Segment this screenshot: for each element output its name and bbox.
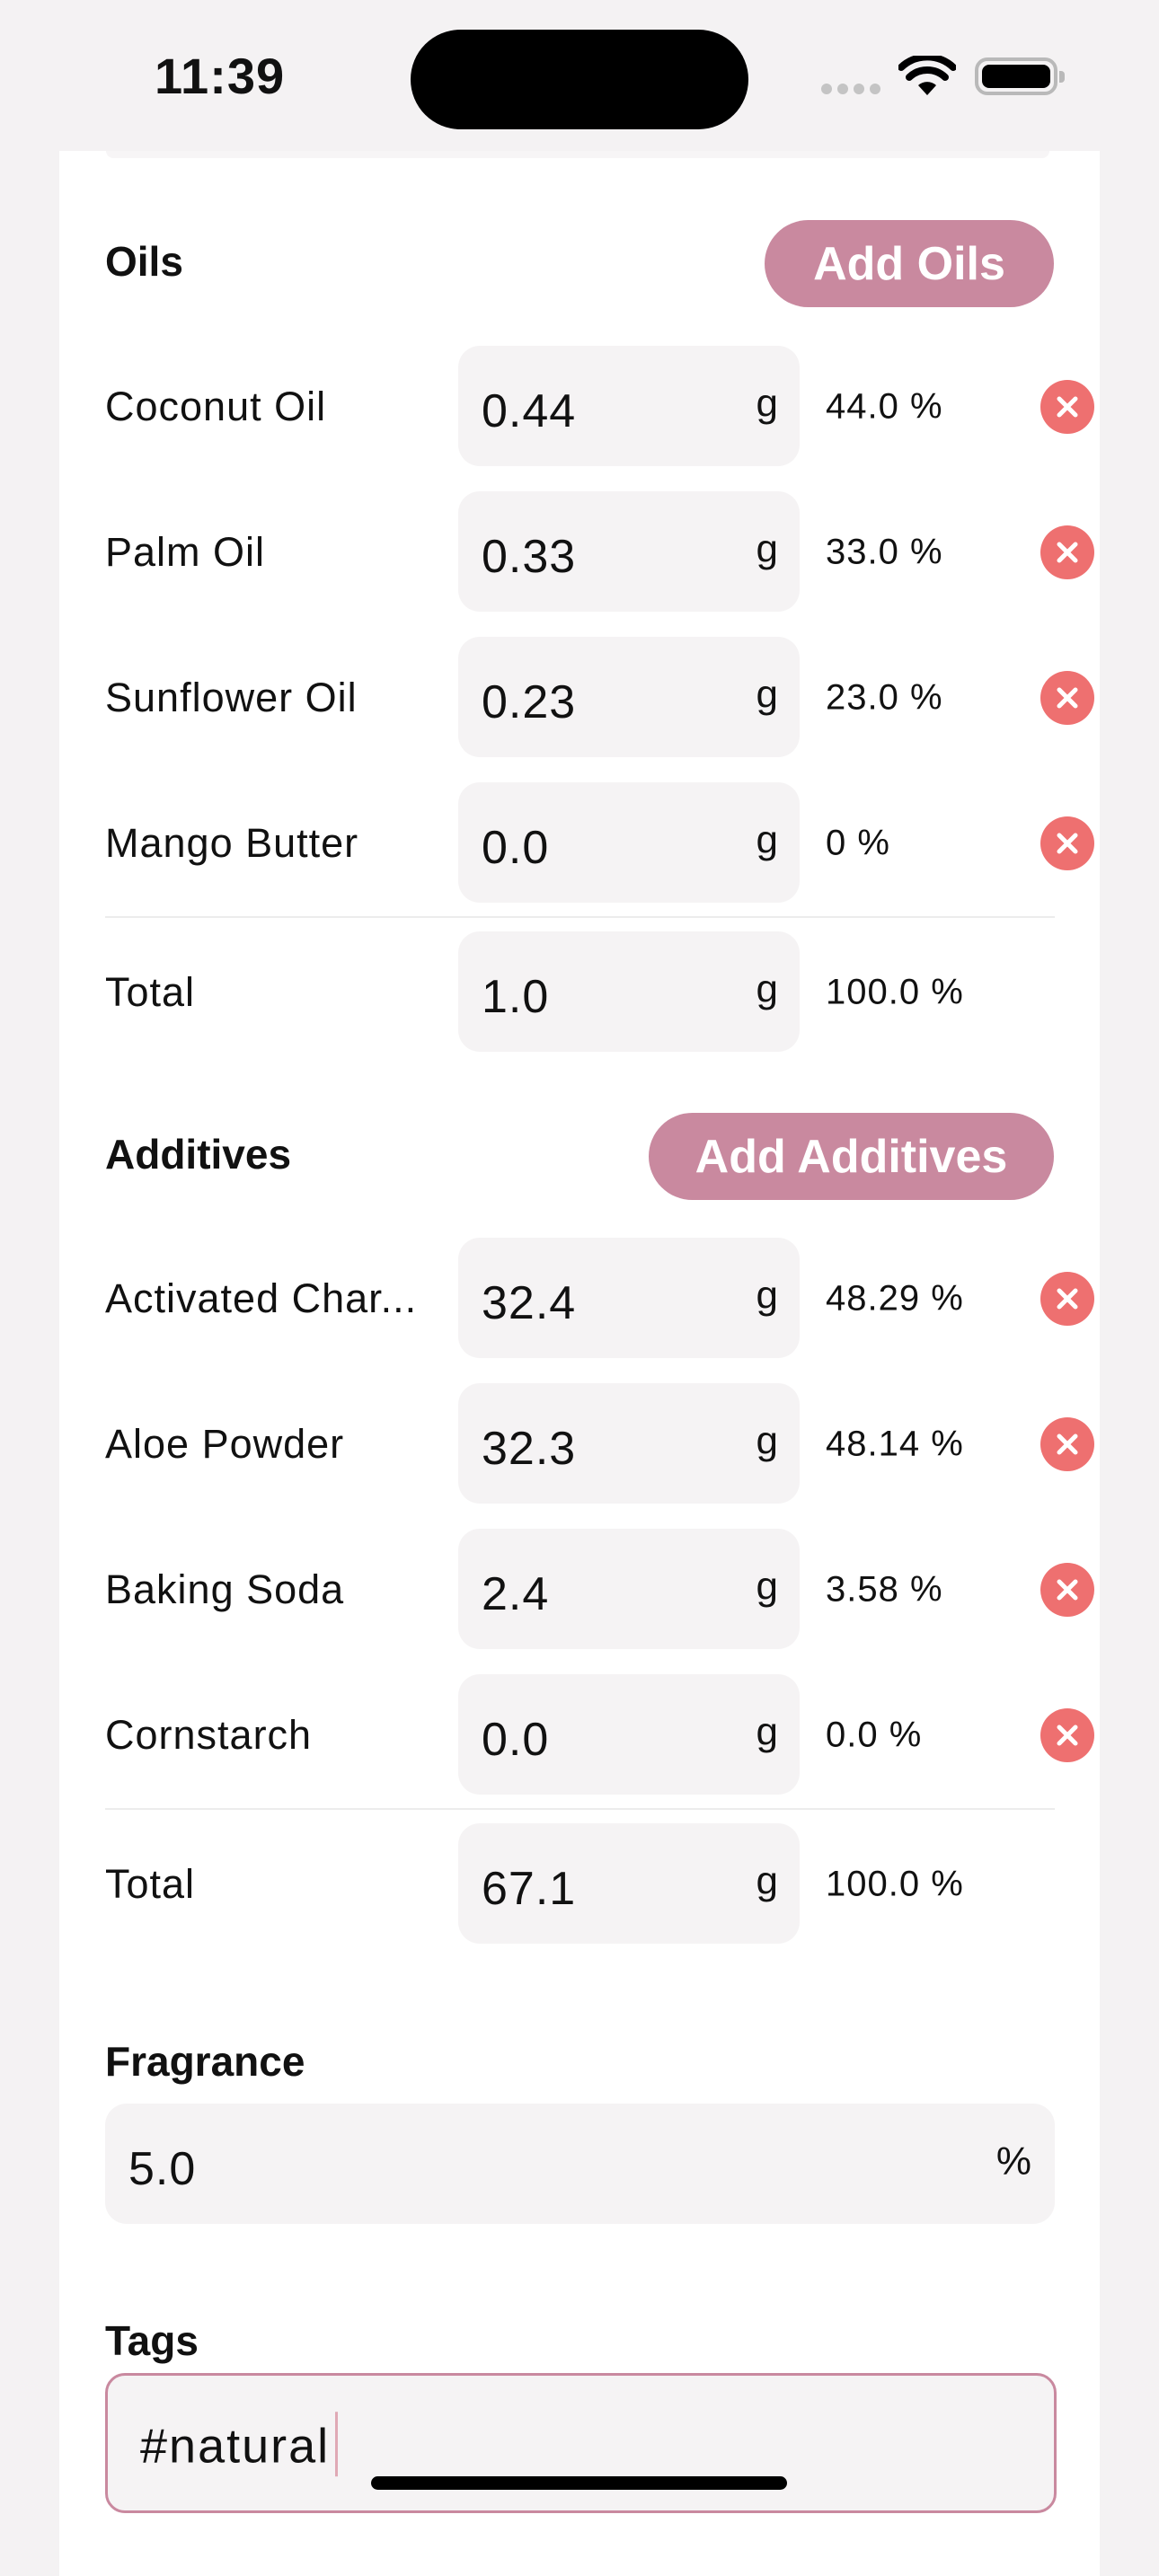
additives-total-label: Total xyxy=(105,1861,196,1907)
additives-total-percent: 100.0 % xyxy=(826,1864,964,1904)
amount-percent: 0 % xyxy=(826,823,890,863)
amount-value: 32.4 xyxy=(482,1277,577,1329)
wifi-icon xyxy=(898,56,956,95)
amount-unit: g xyxy=(756,1709,778,1754)
fragrance-section-title: Fragrance xyxy=(105,2038,305,2085)
home-indicator[interactable] xyxy=(371,2476,787,2490)
amount-percent: 3.58 % xyxy=(826,1569,943,1610)
amount-value: 0.0 xyxy=(482,822,550,874)
dynamic-island xyxy=(411,30,748,129)
ingredient-name: Sunflower Oil xyxy=(105,675,358,720)
oils-total-field[interactable]: 1.0 g xyxy=(458,931,800,1052)
amount-input[interactable]: 2.4 g xyxy=(458,1529,800,1649)
amount-percent: 33.0 % xyxy=(826,532,943,572)
oils-row: Palm Oil 0.33 g 33.0 % xyxy=(105,491,1094,613)
fragrance-input[interactable]: 5.0 % xyxy=(105,2104,1055,2224)
oils-divider xyxy=(105,916,1055,918)
amount-unit: g xyxy=(756,1273,778,1318)
amount-percent: 0.0 % xyxy=(826,1715,923,1755)
oils-row: Coconut Oil 0.44 g 44.0 % xyxy=(105,346,1094,468)
additives-row: Aloe Powder 32.3 g 48.14 % xyxy=(105,1383,1094,1505)
amount-value: 0.0 xyxy=(482,1714,550,1766)
amount-value: 0.44 xyxy=(482,385,577,437)
amount-input[interactable]: 0.44 g xyxy=(458,346,800,466)
oils-total-unit: g xyxy=(756,966,778,1011)
amount-value: 2.4 xyxy=(482,1568,550,1620)
fragrance-value: 5.0 xyxy=(128,2143,197,2195)
additives-row: Baking Soda 2.4 g 3.58 % xyxy=(105,1529,1094,1651)
oils-total-value: 1.0 xyxy=(482,971,550,1023)
amount-input[interactable]: 0.33 g xyxy=(458,491,800,612)
oils-total-row: Total 1.0 g 100.0 % xyxy=(105,931,1055,1054)
tags-input[interactable]: #natural xyxy=(105,2373,1057,2513)
amount-unit: g xyxy=(756,526,778,571)
remove-ingredient-icon[interactable] xyxy=(1040,1272,1094,1326)
additives-row: Activated Char... 32.4 g 48.29 % xyxy=(105,1238,1094,1360)
amount-unit: g xyxy=(756,817,778,862)
amount-value: 0.23 xyxy=(482,676,577,728)
additives-row: Cornstarch 0.0 g 0.0 % xyxy=(105,1674,1094,1796)
oils-total-percent: 100.0 % xyxy=(826,972,964,1012)
additives-section-title: Additives xyxy=(105,1131,292,1178)
amount-percent: 44.0 % xyxy=(826,386,943,427)
additives-total-unit: g xyxy=(756,1858,778,1903)
additives-divider xyxy=(105,1808,1055,1810)
amount-input[interactable]: 0.0 g xyxy=(458,782,800,903)
oils-row: Mango Butter 0.0 g 0 % xyxy=(105,782,1094,904)
tags-text: #natural xyxy=(140,2419,331,2474)
additives-total-value: 67.1 xyxy=(482,1863,577,1915)
amount-value: 0.33 xyxy=(482,531,577,583)
add-additives-button[interactable]: Add Additives xyxy=(649,1113,1054,1200)
text-caret xyxy=(335,2412,339,2477)
amount-percent: 23.0 % xyxy=(826,677,943,718)
oils-row: Sunflower Oil 0.23 g 23.0 % xyxy=(105,637,1094,759)
ingredient-name: Coconut Oil xyxy=(105,384,327,429)
recipe-form-card: Oils Add Oils Coconut Oil 0.44 g 44.0 % Palm… xyxy=(59,151,1100,2576)
additives-total-row: Total 67.1 g 100.0 % xyxy=(105,1823,1055,1945)
tags-value: #natural xyxy=(140,2412,339,2482)
amount-unit: g xyxy=(756,381,778,426)
fragrance-unit: % xyxy=(995,2139,1031,2183)
remove-ingredient-icon[interactable] xyxy=(1040,1708,1094,1762)
amount-unit: g xyxy=(756,672,778,717)
remove-ingredient-icon[interactable] xyxy=(1040,525,1094,579)
ingredient-name: Baking Soda xyxy=(105,1566,345,1612)
amount-input[interactable]: 0.0 g xyxy=(458,1674,800,1795)
remove-ingredient-icon[interactable] xyxy=(1040,816,1094,870)
amount-input[interactable]: 32.3 g xyxy=(458,1383,800,1504)
additives-total-field[interactable]: 67.1 g xyxy=(458,1823,800,1944)
ingredient-name: Palm Oil xyxy=(105,529,266,575)
battery-icon xyxy=(975,57,1065,95)
remove-ingredient-icon[interactable] xyxy=(1040,380,1094,434)
remove-ingredient-icon[interactable] xyxy=(1040,671,1094,725)
ingredient-name: Mango Butter xyxy=(105,820,359,866)
oils-section-title: Oils xyxy=(105,238,183,285)
amount-input[interactable]: 0.23 g xyxy=(458,637,800,757)
oils-total-label: Total xyxy=(105,969,196,1015)
amount-unit: g xyxy=(756,1564,778,1609)
remove-ingredient-icon[interactable] xyxy=(1040,1417,1094,1471)
amount-unit: g xyxy=(756,1418,778,1463)
cellular-signal-icon xyxy=(821,84,882,96)
add-oils-button[interactable]: Add Oils xyxy=(765,220,1054,307)
amount-percent: 48.14 % xyxy=(826,1424,964,1464)
status-bar: 11:39 xyxy=(0,0,1159,153)
ingredient-name: Aloe Powder xyxy=(105,1421,345,1467)
status-time: 11:39 xyxy=(155,48,286,104)
ingredient-name: Cornstarch xyxy=(105,1712,313,1758)
amount-value: 32.3 xyxy=(482,1423,577,1475)
previous-field-edge xyxy=(106,151,1049,158)
amount-percent: 48.29 % xyxy=(826,1278,964,1319)
remove-ingredient-icon[interactable] xyxy=(1040,1563,1094,1617)
amount-input[interactable]: 32.4 g xyxy=(458,1238,800,1358)
ingredient-name: Activated Char... xyxy=(105,1275,418,1321)
tags-section-title: Tags xyxy=(105,2317,199,2364)
